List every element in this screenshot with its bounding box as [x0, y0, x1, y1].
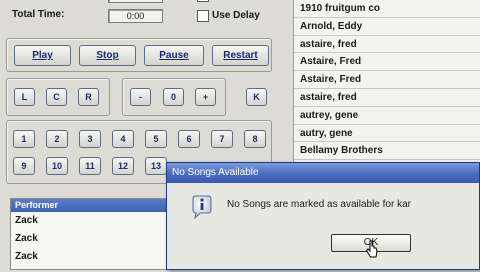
list-item[interactable]: Arnold, Eddy	[294, 18, 480, 36]
number-button-8[interactable]: 8	[244, 130, 266, 148]
play-button[interactable]: Play	[14, 45, 71, 66]
list-item[interactable]: astaire, fred	[294, 36, 480, 54]
list-item[interactable]: Astaire, Fred	[294, 71, 480, 89]
use-delay-label: Use Delay	[212, 10, 260, 21]
list-item[interactable]: Zack	[11, 248, 179, 266]
list-item[interactable]: autry, gene	[294, 125, 480, 143]
number-button-13[interactable]: 13	[145, 157, 167, 175]
no-songs-dialog: No Songs Available No Songs are marked a…	[166, 162, 480, 270]
number-button-1[interactable]: 1	[13, 130, 35, 148]
pause-button[interactable]: Pause	[144, 45, 204, 66]
restart-button[interactable]: Restart	[212, 45, 269, 66]
total-time-field[interactable]: 0:00	[108, 9, 163, 23]
top-field	[108, 0, 163, 3]
stop-button[interactable]: Stop	[79, 45, 136, 66]
number-button-2[interactable]: 2	[46, 130, 68, 148]
number-button-11[interactable]: 11	[79, 157, 101, 175]
number-button-7[interactable]: 7	[211, 130, 233, 148]
key-button[interactable]: K	[246, 88, 267, 106]
dialog-message: No Songs are marked as available for kar	[227, 199, 411, 210]
performer-list: Performer Zack Zack Zack	[10, 198, 180, 270]
info-icon	[189, 195, 213, 220]
center-channel-button[interactable]: C	[46, 88, 67, 106]
volume-up-button[interactable]: +	[195, 88, 216, 106]
number-button-3[interactable]: 3	[79, 130, 101, 148]
list-item[interactable]: 1910 fruitgum co	[294, 0, 480, 18]
list-item[interactable]: Zack	[11, 230, 179, 248]
list-item[interactable]: Bellamy Brothers	[294, 142, 480, 161]
number-button-10[interactable]: 10	[46, 157, 68, 175]
volume-down-button[interactable]: -	[130, 88, 151, 106]
total-time-label: Total Time:	[12, 9, 65, 20]
use-delay-checkbox[interactable]	[197, 10, 209, 22]
performer-column-header[interactable]: Performer	[11, 199, 179, 212]
left-channel-button[interactable]: L	[14, 88, 35, 106]
mouse-cursor-icon	[365, 240, 379, 260]
number-button-12[interactable]: 12	[112, 157, 134, 175]
dialog-title: No Songs Available	[172, 167, 259, 178]
list-item[interactable]: autrey, gene	[294, 107, 480, 125]
list-item[interactable]: astaire, fred	[294, 89, 480, 107]
number-button-6[interactable]: 6	[178, 130, 200, 148]
number-button-9[interactable]: 9	[13, 157, 35, 175]
list-item[interactable]: Zack	[11, 212, 179, 230]
right-channel-button[interactable]: R	[78, 88, 99, 106]
number-button-5[interactable]: 5	[145, 130, 167, 148]
volume-reset-button[interactable]: 0	[163, 88, 184, 106]
number-button-4[interactable]: 4	[112, 130, 134, 148]
dialog-title-bar[interactable]: No Songs Available	[167, 163, 479, 183]
top-checkbox[interactable]	[197, 0, 209, 2]
list-item[interactable]: Astaire, Fred	[294, 53, 480, 72]
